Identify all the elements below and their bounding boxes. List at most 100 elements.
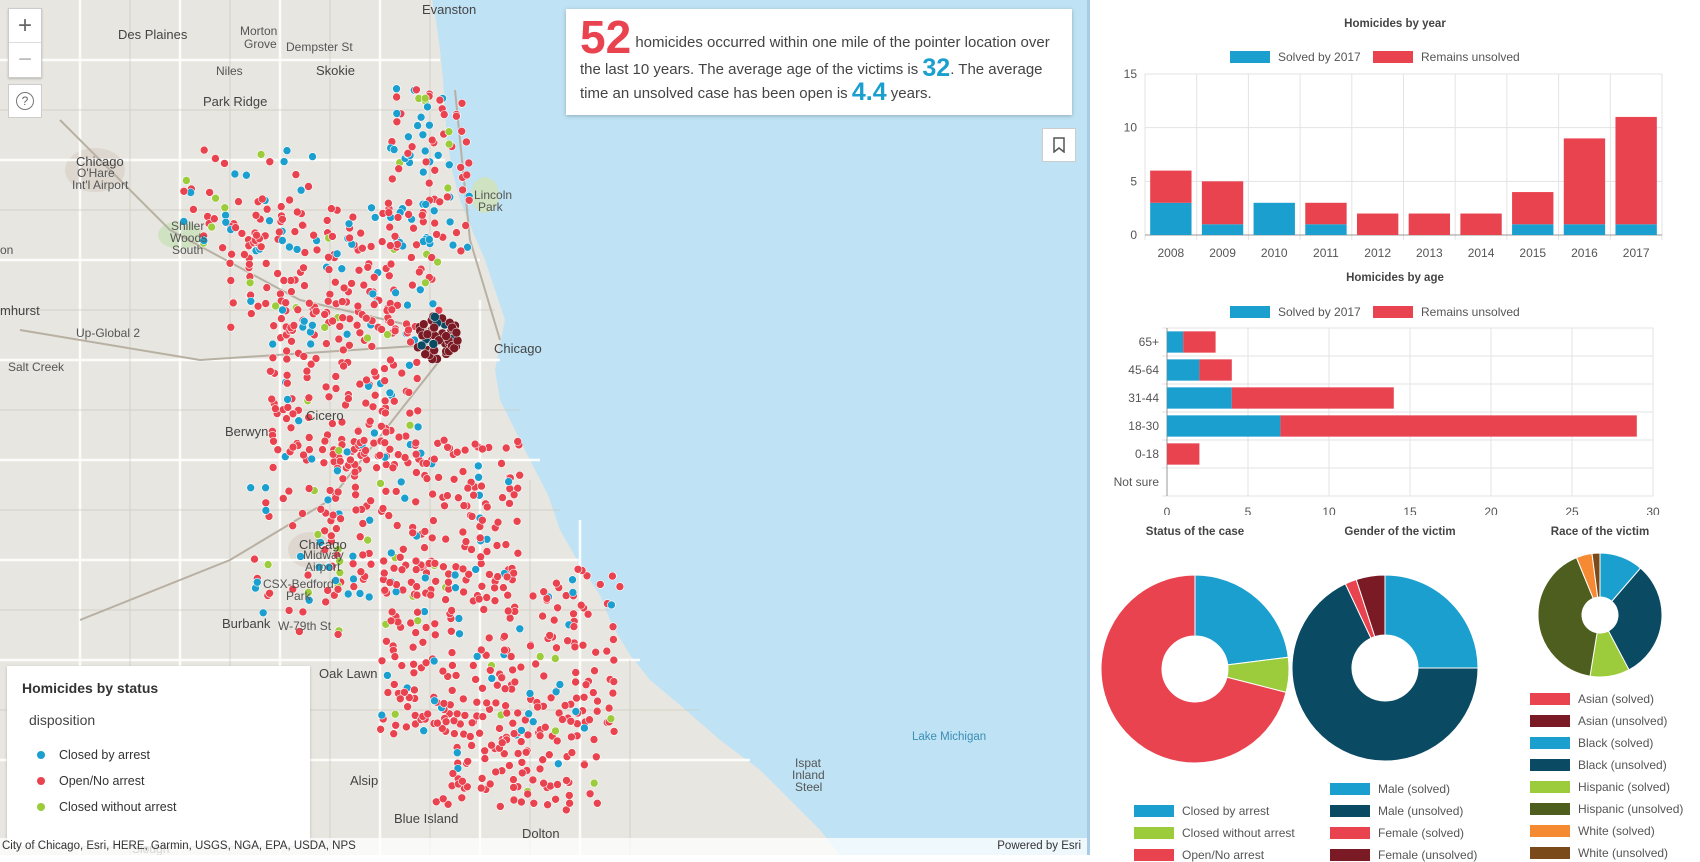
- homicide-point[interactable]: [389, 563, 399, 573]
- homicide-point[interactable]: [563, 636, 572, 646]
- homicide-point[interactable]: [439, 435, 449, 445]
- homicide-point[interactable]: [308, 152, 317, 161]
- homicide-point[interactable]: [513, 749, 523, 758]
- homicide-point[interactable]: [363, 333, 372, 343]
- homicide-point[interactable]: [380, 396, 390, 406]
- homicide-point[interactable]: [502, 572, 512, 582]
- homicide-point[interactable]: [277, 314, 286, 323]
- homicide-point[interactable]: [508, 665, 517, 675]
- homicide-point[interactable]: [498, 493, 507, 502]
- zoom-in-button[interactable]: +: [9, 9, 41, 42]
- homicide-point[interactable]: [396, 477, 406, 487]
- homicide-point[interactable]: [433, 718, 442, 728]
- homicide-point[interactable]: [444, 160, 454, 170]
- homicide-point[interactable]: [480, 746, 490, 756]
- homicide-point[interactable]: [420, 573, 430, 583]
- homicide-point[interactable]: [463, 483, 473, 493]
- bar-2008-solved[interactable]: [1150, 202, 1192, 235]
- homicide-point[interactable]: [422, 459, 431, 468]
- homicide-point[interactable]: [338, 474, 348, 484]
- homicide-point[interactable]: [590, 666, 599, 676]
- selected-homicide-point[interactable]: [416, 340, 427, 351]
- homicide-point[interactable]: [331, 384, 341, 393]
- homicide-point[interactable]: [443, 192, 452, 202]
- homicide-point[interactable]: [309, 230, 318, 240]
- homicide-point[interactable]: [300, 248, 310, 257]
- homicide-point[interactable]: [450, 729, 459, 738]
- homicide-point[interactable]: [429, 206, 439, 216]
- bar-2014-unsolved[interactable]: [1460, 213, 1502, 235]
- homicide-point[interactable]: [516, 737, 526, 746]
- homicide-point[interactable]: [440, 501, 449, 511]
- homicide-point[interactable]: [299, 450, 308, 460]
- homicide-point[interactable]: [342, 447, 352, 457]
- homicide-point[interactable]: [509, 775, 518, 784]
- homicide-point[interactable]: [521, 747, 531, 757]
- homicide-point[interactable]: [560, 701, 570, 710]
- homicide-point[interactable]: [451, 671, 461, 680]
- homicide-point[interactable]: [354, 265, 364, 275]
- homicide-point[interactable]: [476, 783, 486, 793]
- homicide-point[interactable]: [422, 474, 432, 483]
- homicide-point[interactable]: [562, 776, 571, 785]
- selected-homicide-point[interactable]: [420, 349, 430, 359]
- homicide-point[interactable]: [251, 211, 261, 220]
- pie-legend-item[interactable]: Asian (unsolved): [1530, 714, 1667, 728]
- homicide-point[interactable]: [412, 240, 421, 250]
- bar-2009-solved[interactable]: [1201, 224, 1244, 235]
- homicide-point[interactable]: [321, 597, 331, 607]
- homicide-point[interactable]: [539, 778, 548, 788]
- homicide-point[interactable]: [460, 711, 470, 720]
- homicide-point[interactable]: [334, 334, 344, 344]
- homicide-point[interactable]: [342, 329, 352, 339]
- homicide-point[interactable]: [392, 109, 402, 118]
- homicide-point[interactable]: [378, 504, 388, 513]
- homicide-point[interactable]: [346, 455, 355, 465]
- homicide-point[interactable]: [267, 394, 277, 404]
- homicide-point[interactable]: [592, 798, 602, 808]
- homicide-point[interactable]: [517, 797, 526, 807]
- homicide-point[interactable]: [287, 336, 296, 346]
- homicide-point[interactable]: [458, 694, 468, 704]
- homicide-point[interactable]: [179, 187, 189, 196]
- homicide-point[interactable]: [444, 577, 453, 587]
- homicide-point[interactable]: [323, 296, 333, 306]
- homicide-point[interactable]: [286, 423, 296, 433]
- homicide-point[interactable]: [430, 166, 440, 175]
- homicide-point[interactable]: [322, 216, 332, 225]
- homicide-point[interactable]: [476, 552, 486, 562]
- homicide-point[interactable]: [443, 442, 452, 452]
- homicide-point[interactable]: [377, 656, 387, 666]
- homicide-point[interactable]: [246, 296, 256, 306]
- homicide-point[interactable]: [290, 227, 300, 236]
- selected-homicide-point[interactable]: [418, 319, 429, 329]
- homicide-point[interactable]: [418, 167, 428, 177]
- homicide-point[interactable]: [404, 132, 413, 142]
- pie-legend-item[interactable]: Hispanic (solved): [1530, 780, 1670, 794]
- homicide-point[interactable]: [347, 279, 356, 288]
- homicide-point[interactable]: [261, 259, 271, 268]
- homicide-point[interactable]: [226, 276, 236, 285]
- homicide-point[interactable]: [361, 398, 371, 408]
- homicide-point[interactable]: [484, 633, 494, 643]
- homicide-point[interactable]: [299, 352, 309, 361]
- homicide-point[interactable]: [571, 668, 581, 677]
- homicide-point[interactable]: [512, 516, 522, 526]
- homicide-point[interactable]: [393, 213, 403, 222]
- homicide-point[interactable]: [419, 726, 429, 736]
- homicide-point[interactable]: [308, 320, 317, 330]
- homicide-point[interactable]: [276, 202, 286, 211]
- bar-2016-unsolved[interactable]: [1563, 138, 1606, 225]
- homicide-point[interactable]: [391, 720, 401, 730]
- homicide-point[interactable]: [491, 698, 501, 708]
- bar-age-18-30-solved[interactable]: [1167, 415, 1281, 437]
- homicide-point[interactable]: [615, 582, 625, 591]
- homicide-point[interactable]: [328, 232, 337, 241]
- homicide-point[interactable]: [492, 541, 502, 550]
- homicide-point[interactable]: [591, 647, 601, 657]
- homicide-point[interactable]: [501, 443, 511, 453]
- homicide-point[interactable]: [478, 515, 487, 525]
- homicide-point[interactable]: [381, 427, 391, 437]
- homicide-point[interactable]: [585, 789, 595, 799]
- homicide-point[interactable]: [363, 535, 373, 545]
